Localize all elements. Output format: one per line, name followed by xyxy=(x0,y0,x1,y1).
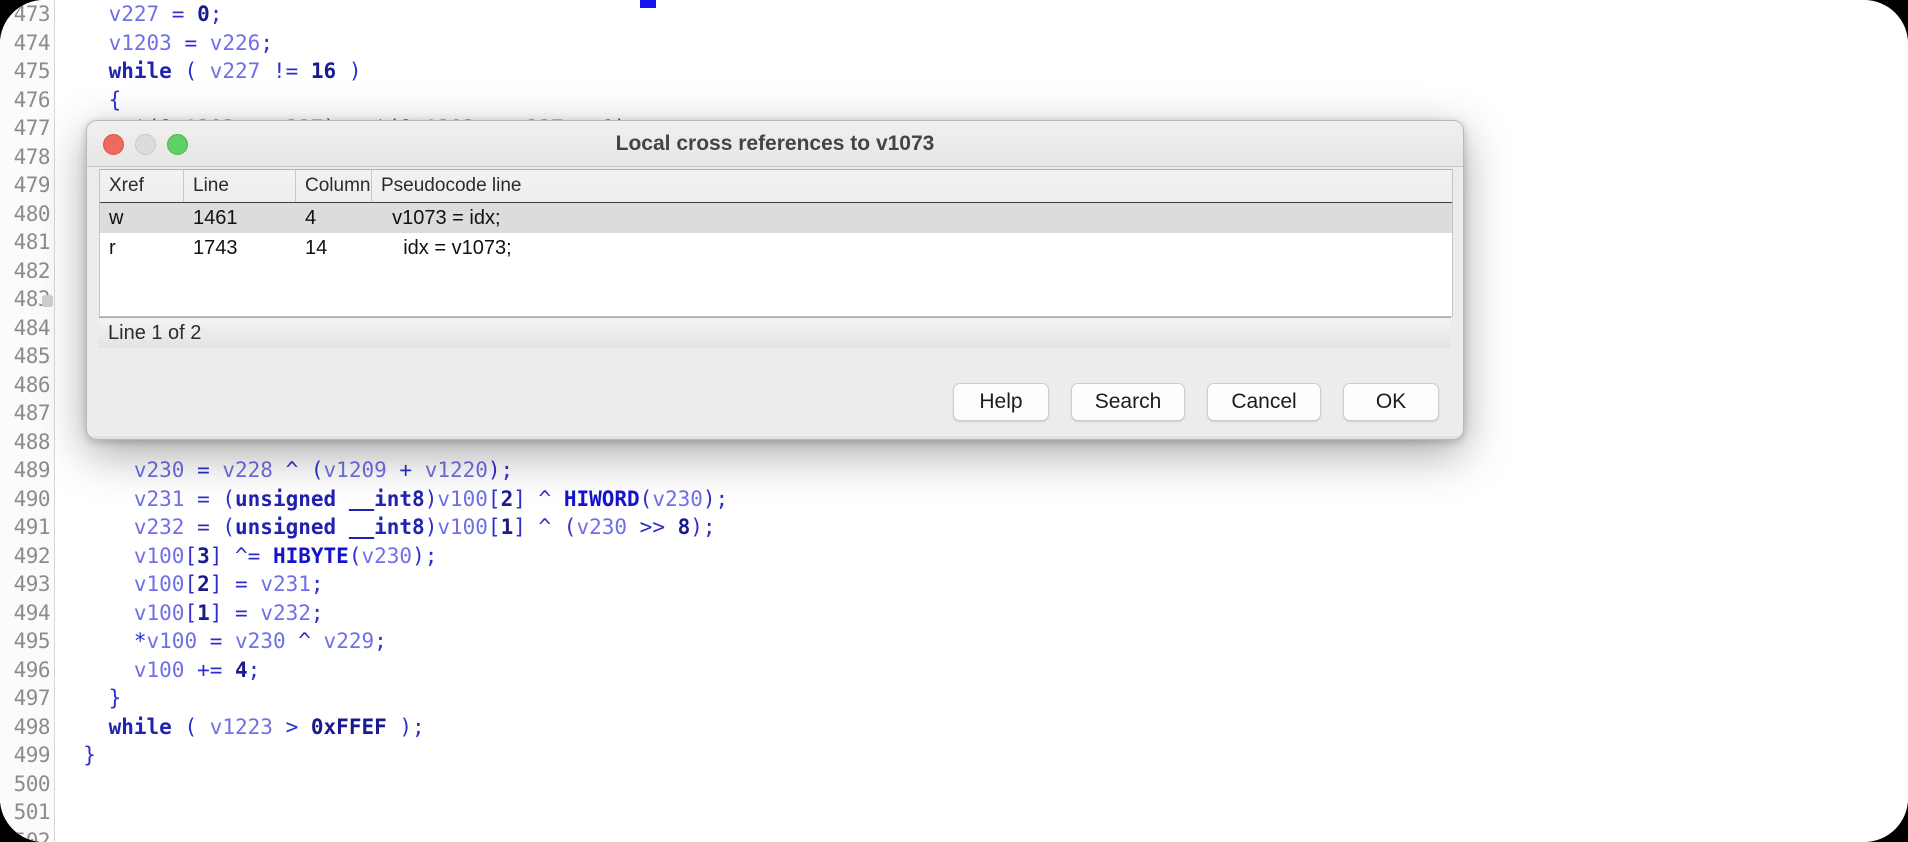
line-number: 479 xyxy=(0,171,54,200)
code-line: *v100 = v230 ^ v229; xyxy=(58,627,1908,656)
table-header-row: Xref Line Column Pseudocode line xyxy=(100,170,1452,203)
code-line: v100[3] ^= HIBYTE(v230); xyxy=(58,542,1908,571)
dialog-button-row[interactable]: Help Search Cancel OK xyxy=(953,383,1439,421)
cancel-button[interactable]: Cancel xyxy=(1207,383,1321,421)
dialog-title: Local cross references to v1073 xyxy=(87,121,1463,166)
line-number: 498 xyxy=(0,713,54,742)
code-line: v1203 = v226; xyxy=(58,29,1908,58)
line-number: 500 xyxy=(0,770,54,799)
xrefs-table[interactable]: Xref Line Column Pseudocode line w14614 … xyxy=(99,169,1453,317)
line-number: 488 xyxy=(0,428,54,457)
line-number: 496 xyxy=(0,656,54,685)
cell-line: 1743 xyxy=(184,233,296,263)
cell-line: 1461 xyxy=(184,203,296,233)
table-body[interactable]: w14614 v1073 = idx;r174314 idx = v1073; xyxy=(100,203,1452,263)
line-number: 473 xyxy=(0,0,54,29)
line-number: 475 xyxy=(0,57,54,86)
line-number: 476 xyxy=(0,86,54,115)
code-line: v100[2] = v231; xyxy=(58,570,1908,599)
code-line: while ( v227 != 16 ) xyxy=(58,57,1908,86)
dialog-bottom-edge xyxy=(87,436,1463,439)
dialog-statusbar: Line 1 of 2 xyxy=(99,317,1451,348)
line-number: 482 xyxy=(0,257,54,286)
column-header-column[interactable]: Column xyxy=(296,170,372,202)
line-number: 481 xyxy=(0,228,54,257)
code-line: v232 = (unsigned __int8)v100[1] ^ (v230 … xyxy=(58,513,1908,542)
code-line: v100[1] = v232; xyxy=(58,599,1908,628)
line-number: 486 xyxy=(0,371,54,400)
line-number: 493 xyxy=(0,570,54,599)
line-number: 487 xyxy=(0,399,54,428)
cell-xref: w xyxy=(100,203,184,233)
code-line: } xyxy=(58,684,1908,713)
cell-column: 4 xyxy=(296,203,372,233)
line-number: 501 xyxy=(0,798,54,827)
line-number: 502 xyxy=(0,827,54,842)
line-number: 480 xyxy=(0,200,54,229)
line-number: 494 xyxy=(0,599,54,628)
code-line: { xyxy=(58,86,1908,115)
column-header-xref[interactable]: Xref xyxy=(100,170,184,202)
line-number: 485 xyxy=(0,342,54,371)
line-number-gutter: 4734744754764774784794804814824834844854… xyxy=(0,0,55,842)
line-number: 495 xyxy=(0,627,54,656)
code-line: v100 += 4; xyxy=(58,656,1908,685)
code-line: } xyxy=(58,741,1908,770)
cell-column: 14 xyxy=(296,233,372,263)
ok-button[interactable]: OK xyxy=(1343,383,1439,421)
code-line: v231 = (unsigned __int8)v100[2] ^ HIWORD… xyxy=(58,485,1908,514)
column-header-line[interactable]: Line xyxy=(184,170,296,202)
status-text: Line 1 of 2 xyxy=(99,318,1451,349)
line-number: 497 xyxy=(0,684,54,713)
table-row[interactable]: w14614 v1073 = idx; xyxy=(100,203,1452,233)
line-number: 484 xyxy=(0,314,54,343)
local-xrefs-dialog[interactable]: Local cross references to v1073 Xref Lin… xyxy=(86,120,1464,440)
cell-xref: r xyxy=(100,233,184,263)
line-number: 492 xyxy=(0,542,54,571)
cell-pseudocode: idx = v1073; xyxy=(372,233,1452,263)
code-line: while ( v1223 > 0xFFEF ); xyxy=(58,713,1908,742)
screen-root: 4734744754764774784794804814824834844854… xyxy=(0,0,1908,842)
code-line: v230 = v228 ^ (v1209 + v1220); xyxy=(58,456,1908,485)
line-number: 499 xyxy=(0,741,54,770)
line-number: 477 xyxy=(0,114,54,143)
cell-pseudocode: v1073 = idx; xyxy=(372,203,1452,233)
table-row[interactable]: r174314 idx = v1073; xyxy=(100,233,1452,263)
column-header-pseudocode-line[interactable]: Pseudocode line xyxy=(372,170,1452,202)
line-number: 474 xyxy=(0,29,54,58)
search-button[interactable]: Search xyxy=(1071,383,1185,421)
line-number: 489 xyxy=(0,456,54,485)
line-number: 491 xyxy=(0,513,54,542)
line-number: 478 xyxy=(0,143,54,172)
gutter-handle[interactable] xyxy=(42,295,53,307)
line-number: 490 xyxy=(0,485,54,514)
code-line: v227 = 0; xyxy=(58,0,1908,29)
help-button[interactable]: Help xyxy=(953,383,1049,421)
dialog-titlebar[interactable]: Local cross references to v1073 xyxy=(87,121,1463,167)
